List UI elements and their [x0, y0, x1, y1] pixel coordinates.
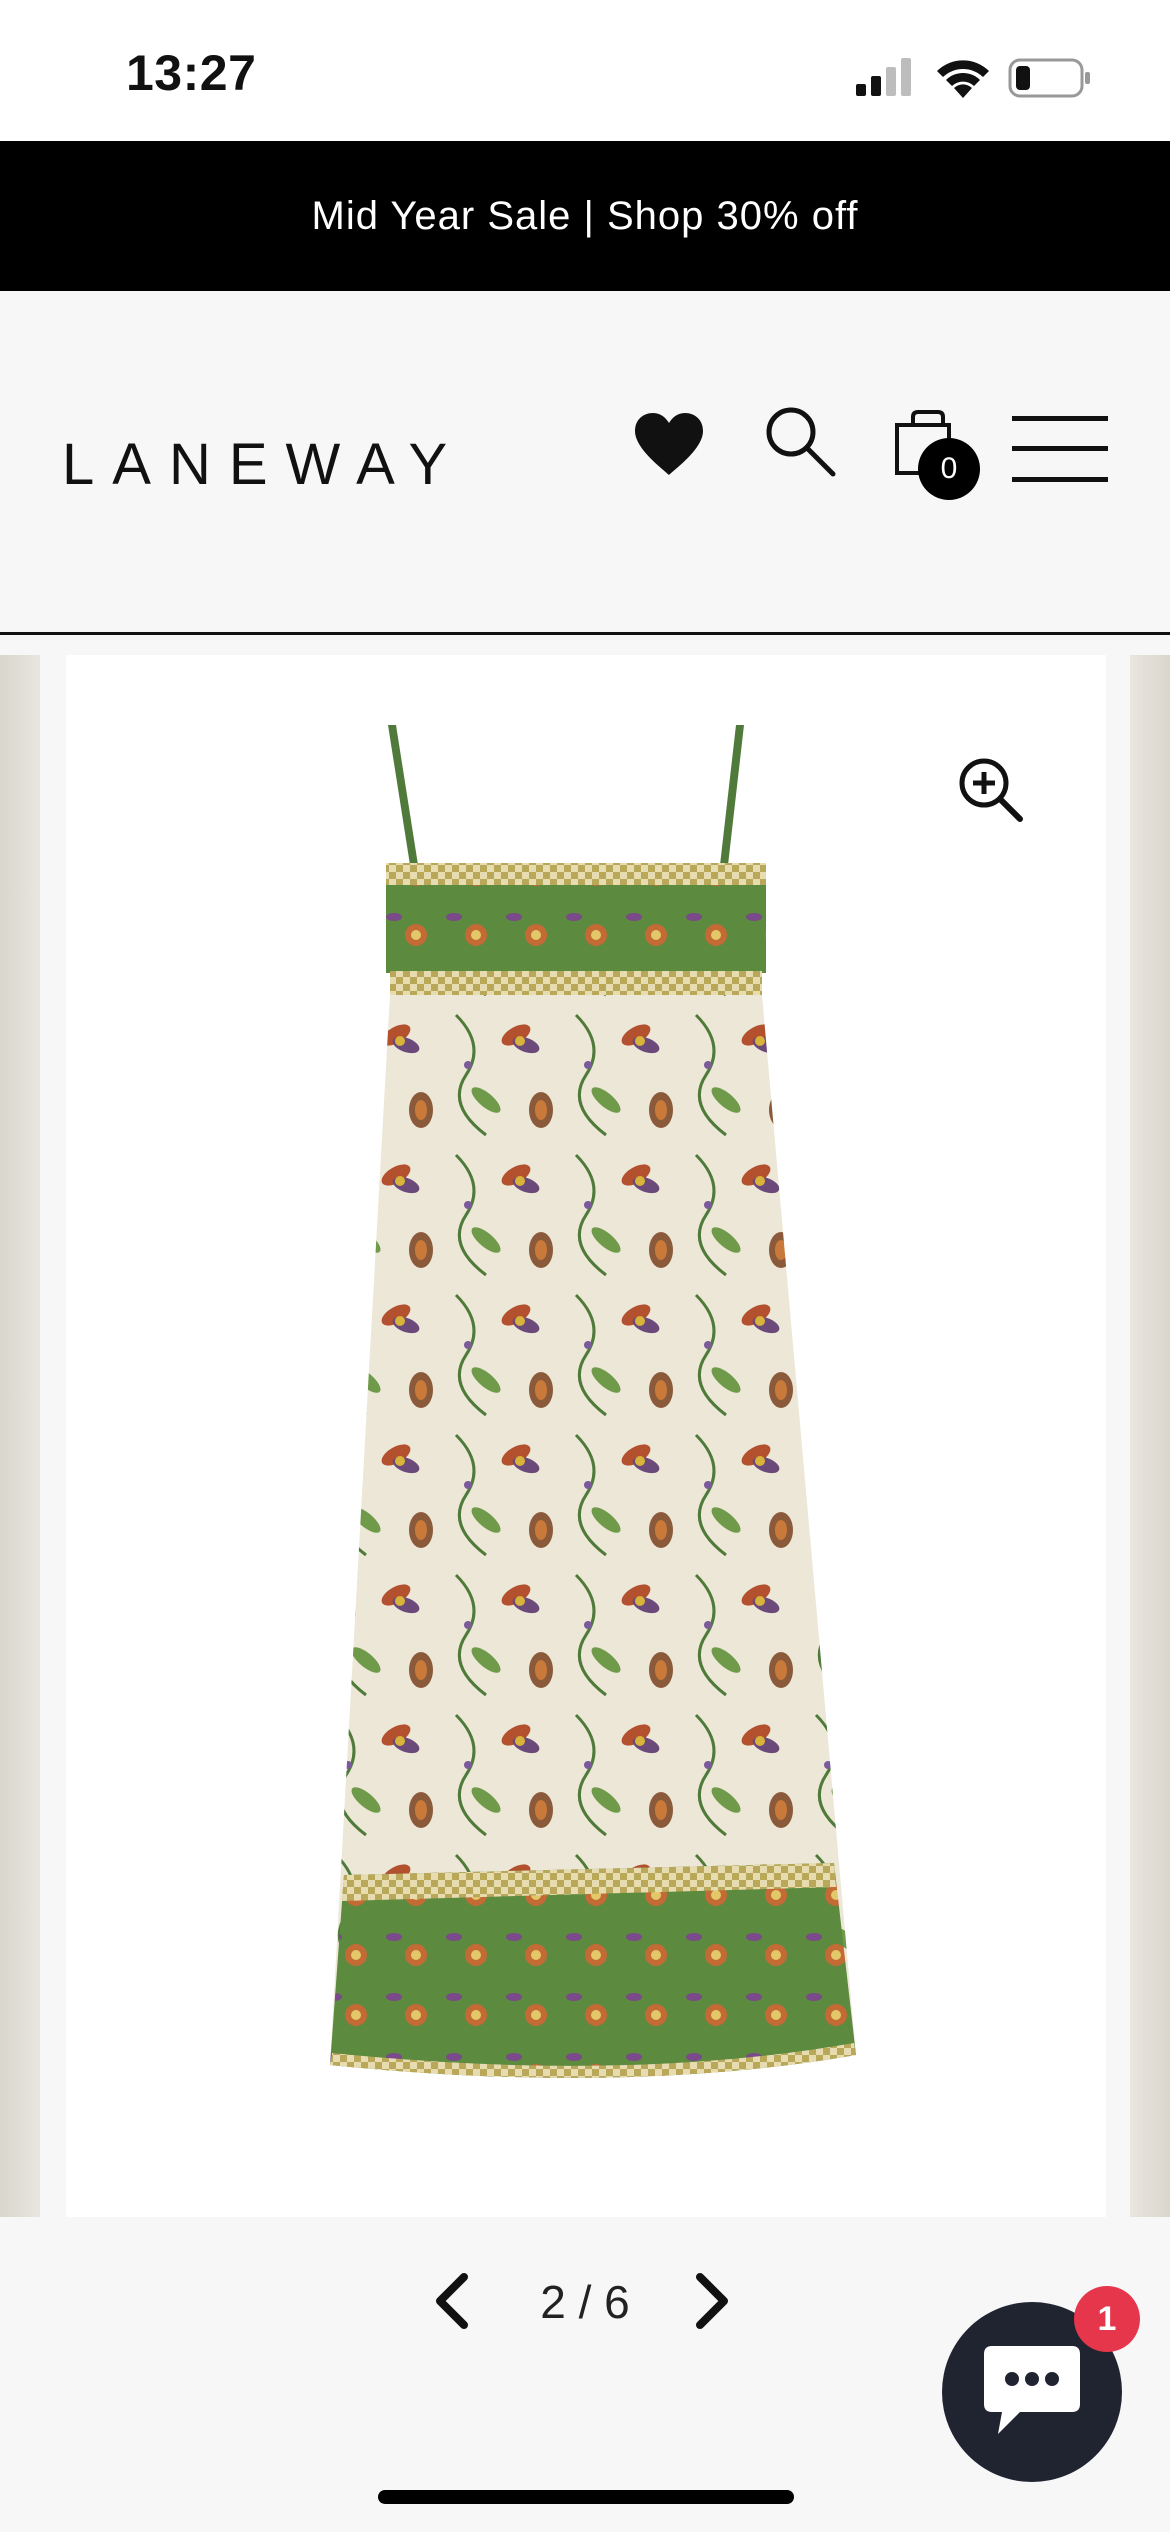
status-bar: 13:27	[0, 0, 1170, 141]
next-image-peek[interactable]	[1130, 655, 1170, 2217]
prev-image-peek[interactable]	[0, 655, 40, 2217]
chat-bubble-icon	[984, 2346, 1080, 2434]
signal-icon	[856, 58, 911, 96]
chat-notification-badge[interactable]: 1	[1074, 2286, 1140, 2352]
search-icon[interactable]	[763, 404, 837, 478]
promo-banner[interactable]: Mid Year Sale | Shop 30% off	[0, 141, 1170, 291]
wifi-icon	[937, 60, 989, 98]
chevron-right-icon[interactable]	[690, 2273, 734, 2329]
page-indicator: 2 / 6	[540, 2276, 630, 2328]
hamburger-menu-icon[interactable]	[1012, 414, 1108, 484]
zoom-in-icon[interactable]	[956, 755, 1026, 825]
dress-image	[330, 725, 856, 2078]
promo-text[interactable]: Mid Year Sale | Shop 30% off	[312, 194, 859, 239]
chevron-left-icon[interactable]	[430, 2273, 474, 2329]
cart-count-badge[interactable]: 0	[918, 438, 980, 500]
brand-logo[interactable]: LANEWAY	[62, 431, 465, 498]
status-time: 13:27	[126, 45, 257, 101]
site-header: LANEWAY 0	[0, 291, 1170, 635]
product-image[interactable]	[66, 655, 1106, 2217]
product-gallery[interactable]	[0, 655, 1170, 2217]
battery-icon	[1008, 58, 1090, 98]
heart-icon[interactable]	[633, 411, 705, 477]
home-indicator[interactable]	[378, 2490, 794, 2504]
